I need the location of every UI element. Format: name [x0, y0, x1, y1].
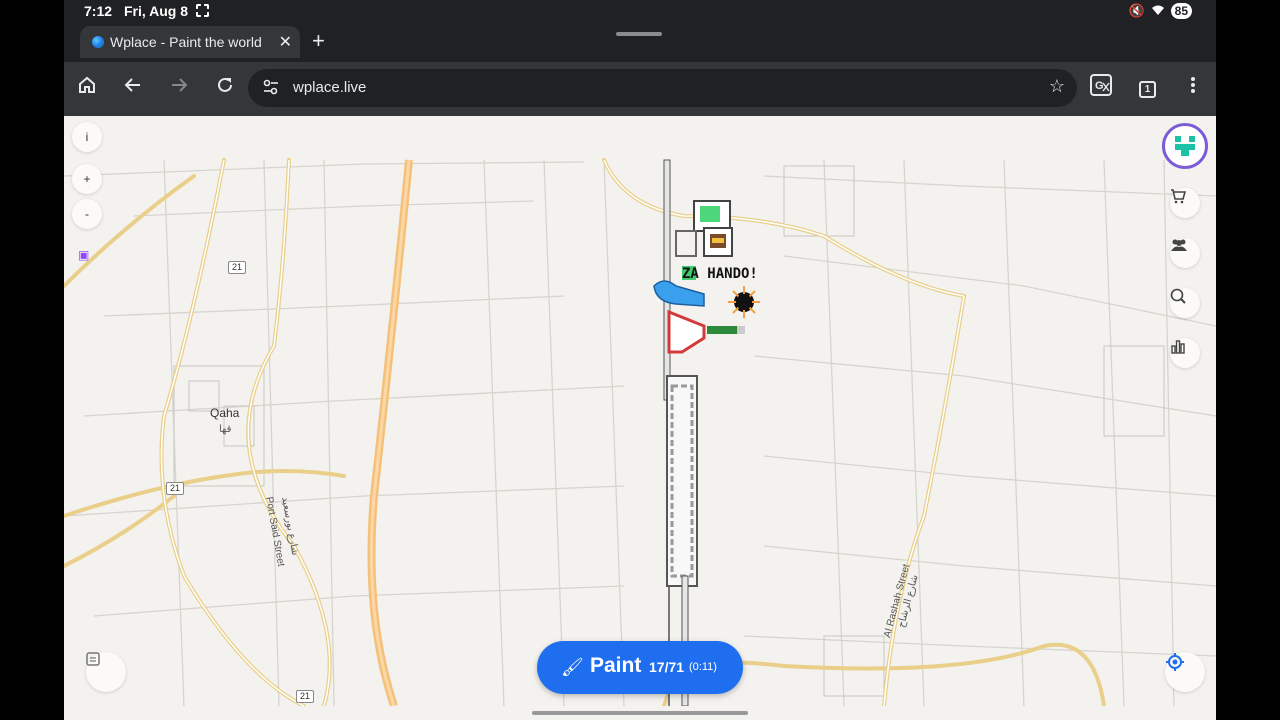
locate-button[interactable]	[1165, 652, 1205, 692]
reload-button[interactable]	[210, 74, 240, 104]
paint-button[interactable]: 🖌 Paint 17/71 (0:11)	[537, 641, 743, 694]
tab-title: Wplace - Paint the world	[110, 34, 262, 50]
explore-button[interactable]	[1170, 288, 1200, 318]
reload-icon	[218, 77, 232, 92]
paint-charges: 17/71	[649, 659, 685, 675]
new-tab-button[interactable]: +	[312, 28, 325, 54]
home-icon	[79, 76, 95, 93]
url-text: wplace.live	[293, 79, 367, 96]
forward-arrow-icon	[172, 78, 188, 92]
cart-icon	[1171, 189, 1186, 204]
translate-icon: G	[1090, 74, 1112, 96]
site-settings-icon[interactable]	[262, 78, 280, 96]
group-icon	[1171, 239, 1187, 251]
svg-text:G: G	[1095, 80, 1104, 92]
place-label-qaha-ar: قها	[219, 424, 232, 435]
translate-button[interactable]: G	[1086, 74, 1116, 104]
back-button[interactable]	[118, 74, 148, 104]
calculator-icon	[86, 652, 100, 666]
pixel-art-caption: ZA HANDO!	[682, 266, 758, 282]
shop-button[interactable]	[1170, 188, 1200, 218]
window-drag-handle[interactable]	[616, 32, 662, 36]
route-shield-21: 21	[166, 482, 185, 495]
globe-search-icon	[1170, 288, 1186, 304]
zoom-in-button[interactable]: +	[72, 164, 102, 194]
twitch-icon[interactable]: ▣	[78, 248, 94, 264]
brush-icon: 🖌	[561, 657, 584, 677]
info-button[interactable]: i	[72, 122, 102, 152]
alliance-button[interactable]	[1170, 238, 1200, 268]
wifi-icon	[1151, 4, 1165, 19]
gesture-bar[interactable]	[532, 711, 748, 715]
paint-label: Paint	[590, 654, 642, 677]
address-bar[interactable]: wplace.live ☆	[248, 69, 1077, 107]
bar-chart-icon	[1171, 340, 1185, 354]
tab-switcher-button[interactable]: 1	[1139, 81, 1156, 98]
crosshair-icon	[1166, 653, 1184, 671]
forward-button[interactable]	[164, 74, 194, 104]
browser-window: 7:12 Fri, Aug 8 🔇 85 Wplace - Paint the …	[64, 0, 1216, 720]
globe-favicon-icon	[92, 36, 104, 48]
avatar-pixel-icon	[1175, 136, 1195, 156]
place-label-qaha: Qaha	[210, 406, 240, 420]
route-shield-21: 21	[228, 261, 247, 274]
zoom-out-button[interactable]: -	[72, 199, 102, 229]
leaderboard-button[interactable]	[1170, 338, 1200, 368]
menu-button[interactable]	[1178, 74, 1208, 104]
status-icons: 🔇 85	[1128, 3, 1192, 19]
paint-timer: (0:11)	[689, 661, 717, 673]
close-tab-icon[interactable]: ✕	[279, 32, 292, 52]
user-avatar[interactable]	[1162, 123, 1208, 169]
bookmark-star-icon[interactable]: ☆	[1049, 76, 1065, 97]
map-canvas[interactable]: ZA HANDO! Qaha قها Port Said Street شارع…	[64, 116, 1216, 706]
tab-wplace[interactable]: Wplace - Paint the world ✕	[80, 26, 300, 58]
more-vert-icon	[1191, 77, 1195, 93]
mute-icon: 🔇	[1128, 3, 1145, 18]
route-shield-21: 21	[296, 690, 315, 703]
tab-strip: Wplace - Paint the world ✕ +	[64, 24, 1216, 62]
screenshot-icon	[196, 4, 209, 17]
home-button[interactable]	[72, 74, 102, 104]
browser-toolbar: wplace.live ☆ G 1	[64, 62, 1216, 116]
calculator-button[interactable]	[86, 652, 126, 692]
back-arrow-icon	[124, 78, 140, 92]
status-bar: 7:12 Fri, Aug 8 🔇 85	[64, 0, 1216, 24]
date: Fri, Aug 8	[124, 3, 189, 19]
battery-indicator: 85	[1170, 3, 1192, 19]
clock: 7:12	[84, 3, 113, 19]
